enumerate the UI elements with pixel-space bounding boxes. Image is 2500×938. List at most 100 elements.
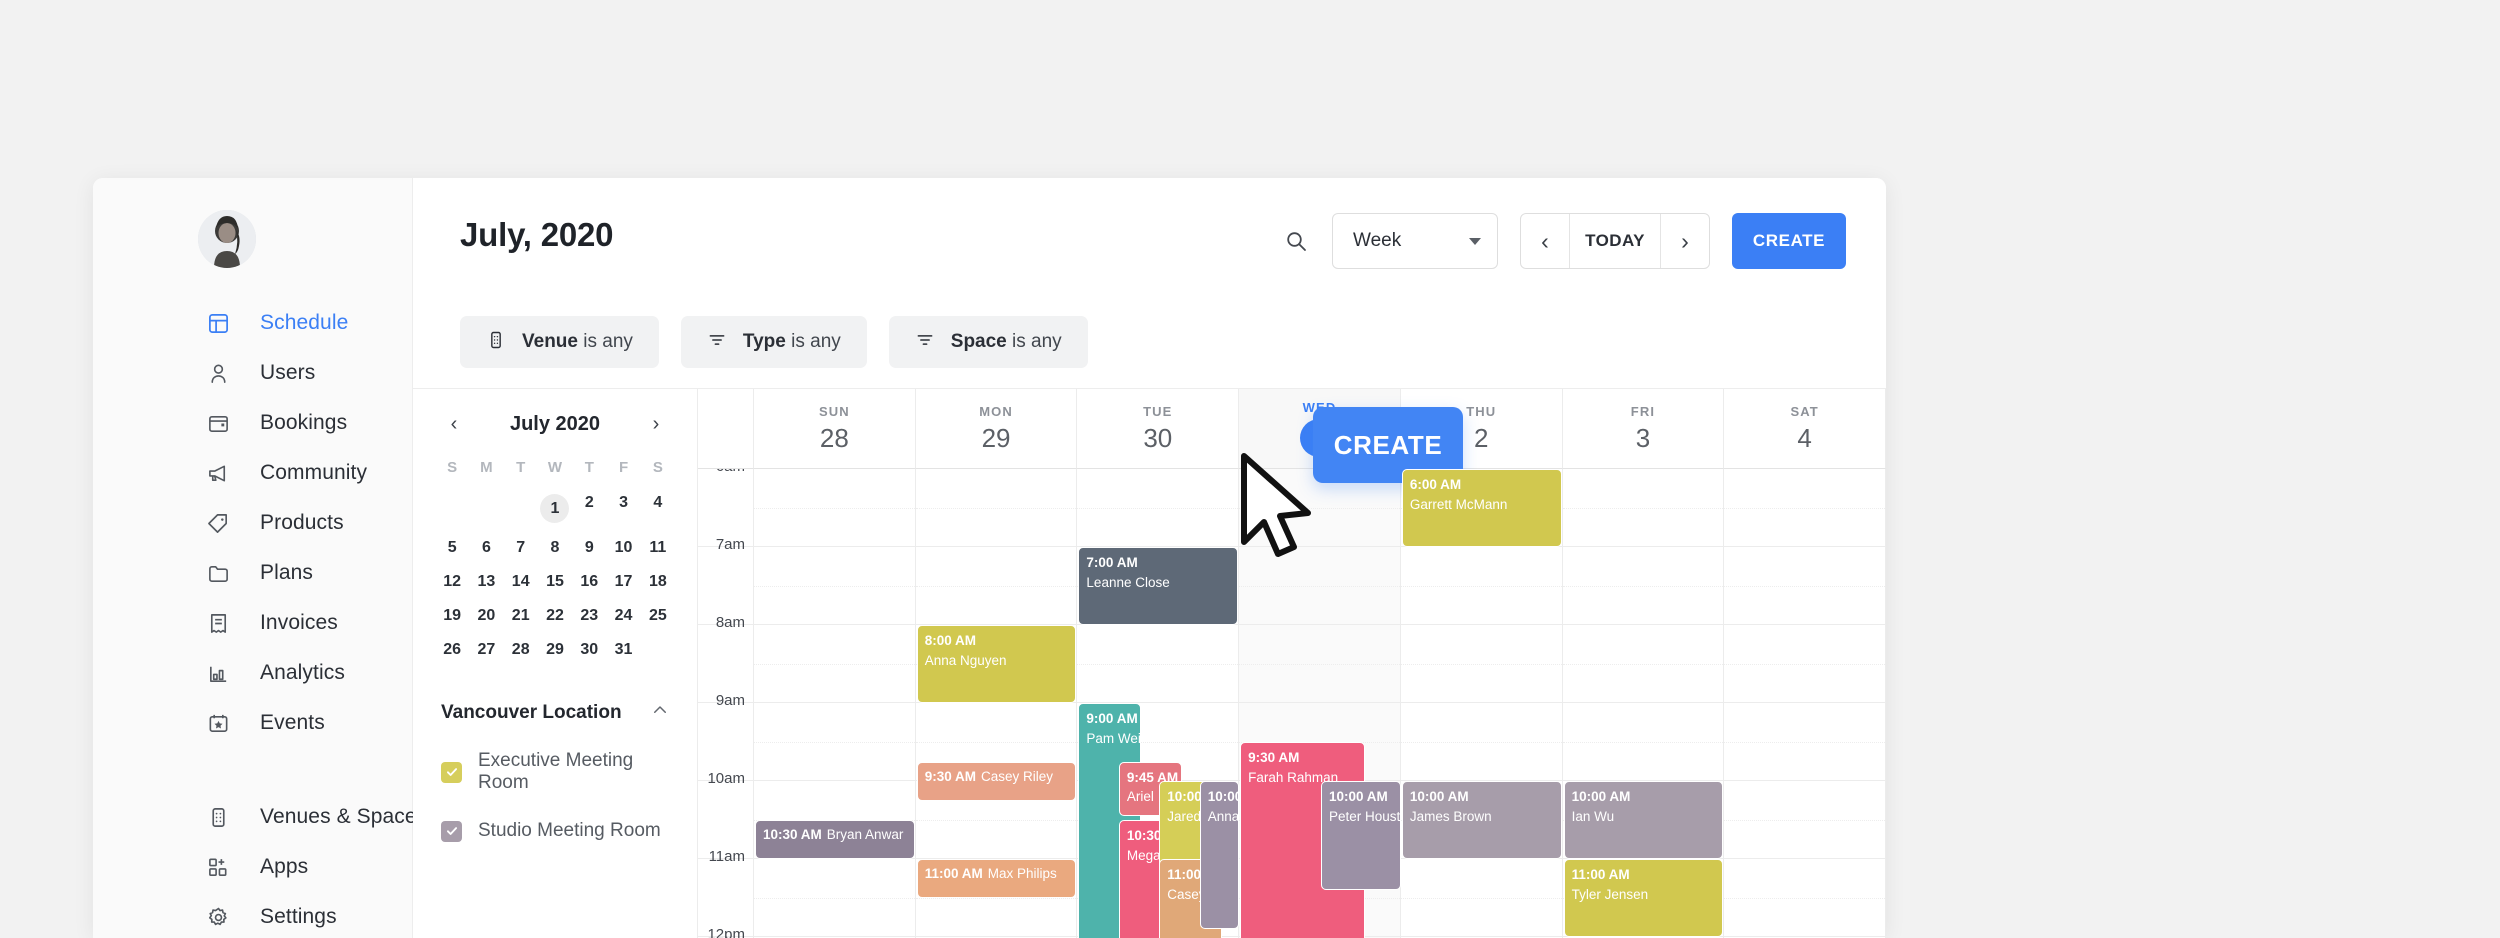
sidebar-item-label: Plans	[260, 561, 314, 584]
sidebar-item-bookings[interactable]: Bookings	[93, 398, 412, 448]
mini-calendar-day[interactable]: 15	[538, 565, 572, 599]
view-select[interactable]: Week	[1332, 213, 1498, 269]
search-icon[interactable]	[1274, 219, 1318, 263]
mini-calendar-day[interactable]: 21	[504, 599, 538, 633]
mini-calendar-day[interactable]: 9	[572, 531, 606, 565]
create-button[interactable]: CREATE	[1732, 213, 1846, 269]
mini-calendar-day[interactable]: 6	[469, 531, 503, 565]
calendar-event-time: 9:30 AM	[924, 768, 976, 784]
today-button[interactable]: TODAY	[1569, 214, 1661, 268]
calendar-event[interactable]: 6:00 AM Garrett McMann	[1401, 469, 1562, 547]
mini-calendar-day[interactable]: 30	[572, 633, 606, 667]
mini-calendar-day[interactable]: 14	[504, 565, 538, 599]
sidebar-item-schedule[interactable]: Schedule	[93, 298, 412, 348]
sidebar-item-events[interactable]: Events	[93, 698, 412, 748]
mini-calendar-day[interactable]: 27	[469, 633, 503, 667]
mini-calendar-day[interactable]: 19	[435, 599, 469, 633]
screen: Schedule Users Bookings Community Produc…	[0, 0, 2500, 938]
filter-type[interactable]: Type is any	[680, 316, 867, 368]
room-checkbox-row[interactable]: Studio Meeting Room	[441, 820, 669, 842]
location-header[interactable]: Vancouver Location	[441, 701, 669, 724]
calendar-event[interactable]: 11:00 AM Max Philips	[916, 859, 1077, 898]
star-badge-icon	[205, 710, 231, 736]
mini-calendar-day[interactable]: 4	[641, 486, 675, 531]
calendar-event[interactable]: 8:00 AM Anna Nguyen	[916, 625, 1077, 703]
calendar-day-header-cell[interactable]: SUN 28	[754, 389, 916, 469]
avatar[interactable]	[198, 210, 256, 268]
calendar-day-header-cell[interactable]: MON 29	[915, 389, 1078, 469]
calendar-event[interactable]: 11:00 AM Tyler Jensen	[1563, 859, 1724, 937]
prev-week-button[interactable]: ‹	[1521, 214, 1569, 268]
mini-calendar-day[interactable]: 22	[538, 599, 572, 633]
filter-venue[interactable]: Venue is any	[460, 316, 659, 368]
calendar-event[interactable]: 9:30 AM Casey Riley	[916, 761, 1077, 801]
filter-venue-label: Venue	[522, 331, 578, 352]
mini-calendar-day[interactable]: 13	[469, 565, 503, 599]
mini-calendar-day[interactable]: 11	[641, 531, 675, 565]
sidebar-item-invoices[interactable]: Invoices	[93, 598, 412, 648]
sidebar-item-users[interactable]: Users	[93, 348, 412, 398]
mini-calendar-day[interactable]: 28	[504, 633, 538, 667]
calendar-event[interactable]: 10:30 AM Bryan Anwar	[755, 820, 915, 859]
filter-type-value: is any	[791, 331, 841, 352]
sidebar-item-venues-and-spaces[interactable]: Venues & Spaces	[93, 792, 427, 842]
mini-calendar-day[interactable]: 7	[504, 531, 538, 565]
calendar-day-header-cell[interactable]: FRI 3	[1562, 389, 1725, 469]
chevron-right-icon[interactable]: ›	[643, 411, 669, 437]
mini-calendar-day[interactable]: 20	[469, 599, 503, 633]
mini-calendar-day[interactable]: 8	[538, 531, 572, 565]
sidebar-item-settings[interactable]: Settings	[93, 892, 412, 938]
sidebar-item-products[interactable]: Products	[93, 498, 412, 548]
mini-calendar-day[interactable]: 26	[435, 633, 469, 667]
calendar-event[interactable]: 7:00 AM Leanne Close	[1078, 547, 1239, 625]
sidebar-nav: Schedule Users Bookings Community Produc…	[93, 296, 427, 938]
chevron-up-icon[interactable]	[651, 701, 669, 724]
sidebar-item-label: Analytics	[260, 661, 345, 684]
calendar-event[interactable]: 10:00 AM Anna Nguyen	[1199, 781, 1240, 930]
mini-calendar-day[interactable]: 24	[606, 599, 640, 633]
building-icon	[205, 804, 231, 830]
sidebar: Schedule Users Bookings Community Produc…	[93, 178, 473, 938]
filter-type-label: Type	[742, 331, 786, 352]
filter-space[interactable]: Space is any	[888, 316, 1088, 368]
calendar-day-header-cell[interactable]: TUE 30	[1077, 389, 1240, 469]
mini-calendar-day[interactable]: 29	[538, 633, 572, 667]
calendar-day-name: MON	[979, 403, 1013, 419]
sidebar-item-label: Users	[260, 361, 316, 384]
checkbox-icon[interactable]	[441, 761, 462, 783]
sidebar-item-community[interactable]: Community	[93, 448, 412, 498]
mini-calendar-day[interactable]: 12	[435, 565, 469, 599]
building-icon	[486, 330, 506, 355]
mini-calendar-week: 1234	[435, 486, 675, 531]
mini-calendar-day[interactable]: 3	[606, 486, 640, 531]
mini-calendar-day[interactable]: 2	[572, 486, 606, 531]
sidebar-divider-space	[93, 748, 412, 792]
calendar-event[interactable]: 10:00 AM James Brown	[1401, 781, 1562, 859]
next-week-button[interactable]: ›	[1661, 214, 1709, 268]
sidebar-item-analytics[interactable]: Analytics	[93, 648, 412, 698]
calendar-event[interactable]: 10:00 AM Ian Wu	[1563, 781, 1724, 859]
chevron-left-icon[interactable]: ‹	[441, 411, 467, 437]
mini-calendar-day[interactable]: 25	[641, 599, 675, 633]
user-icon	[205, 360, 231, 386]
calendar-event[interactable]: 10:00 AM Peter Houston	[1321, 781, 1401, 891]
toolbar: July, 2020 Week ‹ TODAY › CREATE	[413, 178, 1886, 296]
room-checkbox-row[interactable]: Executive Meeting Room	[441, 750, 669, 794]
calendar-event-name: Pam Weiss	[1086, 730, 1141, 746]
mini-calendar-day[interactable]: 5	[435, 531, 469, 565]
mini-calendar-day[interactable]: 23	[572, 599, 606, 633]
mini-calendar-day[interactable]: 1	[538, 486, 572, 531]
mini-calendar-day-empty	[435, 486, 469, 531]
mini-calendar-day[interactable]: 31	[606, 633, 640, 667]
mini-calendar-day[interactable]: 18	[641, 565, 675, 599]
mini-calendar-day[interactable]: 17	[606, 565, 640, 599]
mini-calendar-day[interactable]: 10	[606, 531, 640, 565]
calendar-event-name: Garrett McMann	[1409, 496, 1508, 512]
sidebar-item-plans[interactable]: Plans	[93, 548, 412, 598]
mini-calendar-day[interactable]: 16	[572, 565, 606, 599]
filter-icon	[915, 330, 935, 355]
checkbox-icon[interactable]	[441, 820, 462, 842]
calendar-day-header-cell[interactable]: SAT 4	[1724, 389, 1886, 469]
sidebar-item-apps[interactable]: Apps	[93, 842, 412, 892]
mini-calendar-week: 5 6 7 8 9 10 11	[435, 531, 675, 565]
